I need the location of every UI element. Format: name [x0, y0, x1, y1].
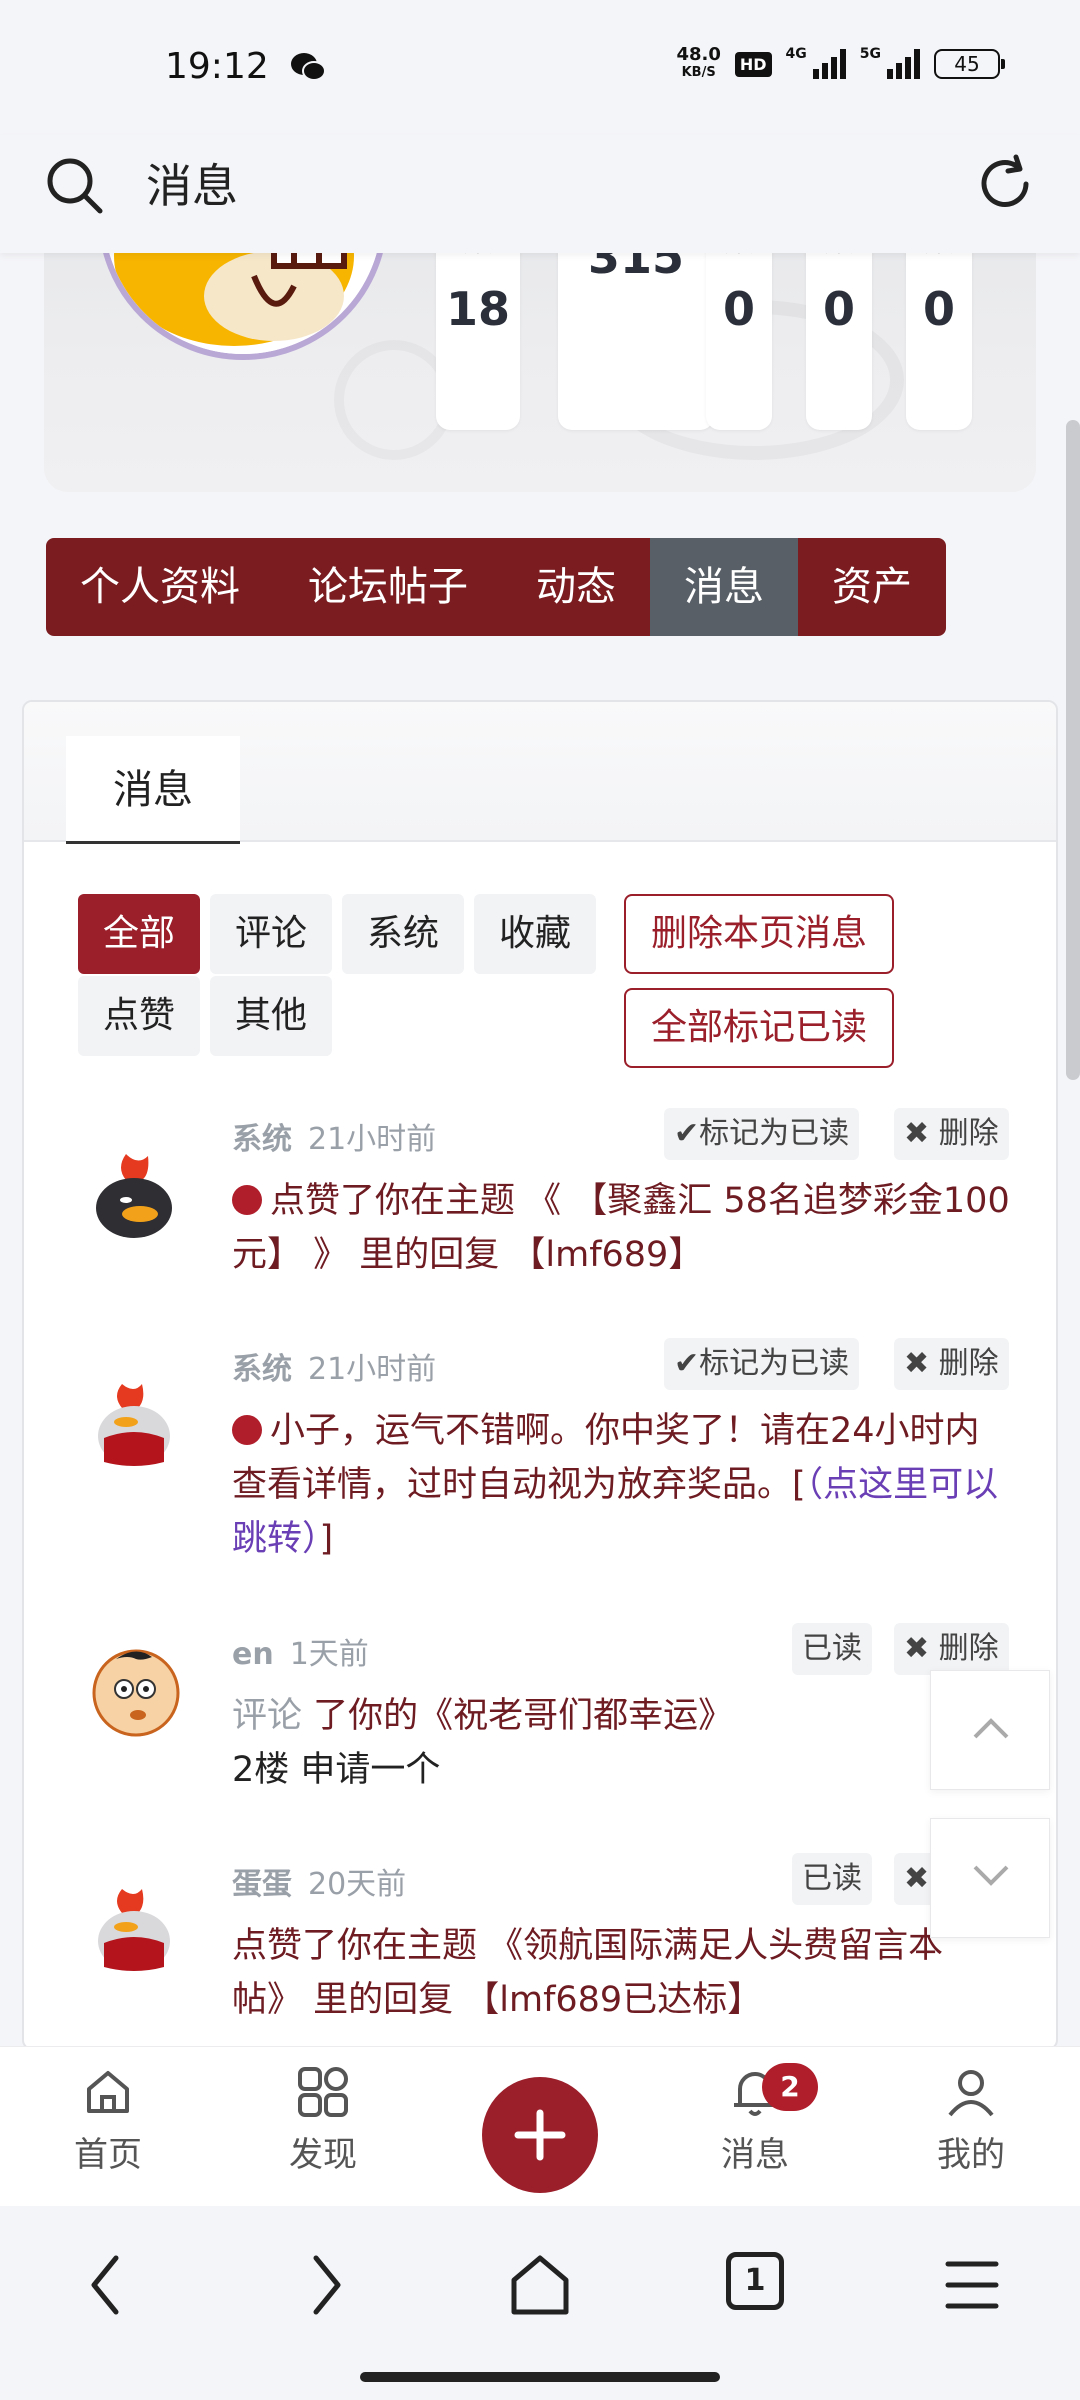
nav-home[interactable]: 首页: [33, 2065, 183, 2176]
filter-all[interactable]: 全部: [78, 894, 200, 974]
delete-message-button[interactable]: ✖ 删除: [894, 1108, 1009, 1160]
tab-forum-posts[interactable]: 论坛帖子: [274, 538, 502, 636]
sender-avatar[interactable]: [86, 1641, 186, 1741]
chevron-down-icon: [973, 1865, 1009, 1886]
message-text[interactable]: 小子，运气不错啊。你中奖了！请在24小时内查看详情，过时自动视为放弃奖品。[（点…: [232, 1404, 1012, 1566]
tab-assets[interactable]: 资产: [798, 538, 946, 636]
create-post-button[interactable]: [482, 2077, 598, 2193]
page-title: 消息: [146, 159, 238, 213]
delete-page-messages-button[interactable]: 删除本页消息: [624, 894, 894, 974]
card-header: 消息: [24, 702, 1056, 844]
message-text[interactable]: 点赞了你在主题 《领航国际满足人头费留言本帖》 里的回复 【lmf689已达标】: [232, 1919, 1012, 2027]
filter-other[interactable]: 其他: [210, 976, 332, 1056]
battery-icon: 45: [934, 49, 1005, 79]
home-icon[interactable]: [508, 2250, 572, 2320]
scroll-up-button[interactable]: [930, 1670, 1050, 1790]
read-status: 已读: [792, 1623, 872, 1675]
comment-detail: 2楼 申请一个: [232, 1750, 441, 1790]
refresh-icon[interactable]: [972, 151, 1038, 217]
tab-activity[interactable]: 动态: [502, 538, 650, 636]
tab-messages[interactable]: 消息: [650, 538, 798, 636]
delete-message-button[interactable]: ✖ 删除: [894, 1338, 1009, 1390]
read-status: 已读: [792, 1853, 872, 1905]
message-meta: 蛋蛋 20天前: [232, 1867, 407, 1902]
tabs-button[interactable]: 1: [726, 2252, 784, 2310]
menu-icon[interactable]: [944, 2250, 1000, 2320]
browser-navigation-bar: 1: [0, 2206, 1080, 2400]
mark-all-read-button[interactable]: 全部标记已读: [624, 988, 894, 1068]
home-icon: [87, 2071, 129, 2113]
mark-read-button[interactable]: ✔标记为已读: [664, 1338, 860, 1390]
back-icon[interactable]: [86, 2250, 126, 2320]
message-meta: en 1天前: [232, 1637, 369, 1672]
tab-profile[interactable]: 个人资料: [46, 538, 274, 636]
network-type-2: 5G: [859, 46, 881, 62]
nav-me[interactable]: 我的: [896, 2065, 1046, 2176]
sender-avatar[interactable]: [86, 1378, 182, 1474]
bottom-navigation: 首页 发现 消息 2 我的: [0, 2046, 1080, 2206]
top-header: 消息: [0, 135, 1080, 253]
user-icon: [948, 2070, 994, 2117]
nav-messages[interactable]: 消息 2: [680, 2063, 830, 2176]
filter-likes[interactable]: 点赞: [78, 976, 200, 1056]
wechat-icon: [291, 53, 326, 81]
message-meta: 系统 21小时前: [232, 1122, 437, 1157]
card-tab-messages[interactable]: 消息: [66, 736, 240, 844]
filter-system[interactable]: 系统: [342, 894, 464, 974]
net-speed: 48.0 KB/S: [676, 44, 721, 81]
status-indicators: 48.0 KB/S HD 4G 5G 45: [676, 44, 1005, 82]
mark-read-button[interactable]: ✔标记为已读: [664, 1108, 860, 1160]
page-scrollbar[interactable]: [1066, 420, 1080, 1080]
status-time: 19:12: [165, 46, 269, 87]
message-text[interactable]: 评论 了你的《祝老哥们都幸运》 2楼 申请一个: [232, 1689, 1012, 1797]
scroll-down-button[interactable]: [930, 1818, 1050, 1938]
forward-icon[interactable]: [306, 2250, 346, 2320]
unread-dot: [232, 1415, 262, 1445]
sender-avatar[interactable]: [86, 1148, 182, 1244]
unread-dot: [232, 1185, 262, 1215]
plus-icon: [514, 2109, 566, 2161]
signal-icon-2: [887, 49, 920, 79]
filter-favorites[interactable]: 收藏: [474, 894, 596, 974]
filter-comments[interactable]: 评论: [210, 894, 332, 974]
search-icon[interactable]: [42, 153, 108, 219]
profile-tabs: 个人资料 论坛帖子 动态 消息 资产: [46, 538, 946, 636]
sender-avatar[interactable]: [86, 1883, 182, 1979]
status-bar: 19:12 48.0 KB/S HD 4G 5G 45: [0, 0, 1080, 135]
signal-icon: [812, 49, 846, 79]
chevron-up-icon: [973, 1718, 1009, 1739]
home-indicator[interactable]: [360, 2372, 720, 2382]
messages-card: 消息 全部 评论 系统 收藏 点赞 其他 删除本页消息 全部标记已读 系统 21小…: [22, 700, 1058, 2050]
discover-grid-icon: [298, 2067, 348, 2117]
hd-icon: HD: [734, 51, 772, 77]
network-type-1: 4G: [785, 46, 807, 62]
message-badge: 2: [762, 2063, 818, 2111]
delete-message-button[interactable]: ✖ 删除: [894, 1623, 1009, 1675]
message-text[interactable]: 点赞了你在主题 《 【聚鑫汇 58名追梦彩金100元】 》 里的回复 【lmf6…: [232, 1174, 1012, 1282]
nav-discover[interactable]: 发现: [248, 2065, 398, 2176]
message-meta: 系统 21小时前: [232, 1352, 437, 1387]
